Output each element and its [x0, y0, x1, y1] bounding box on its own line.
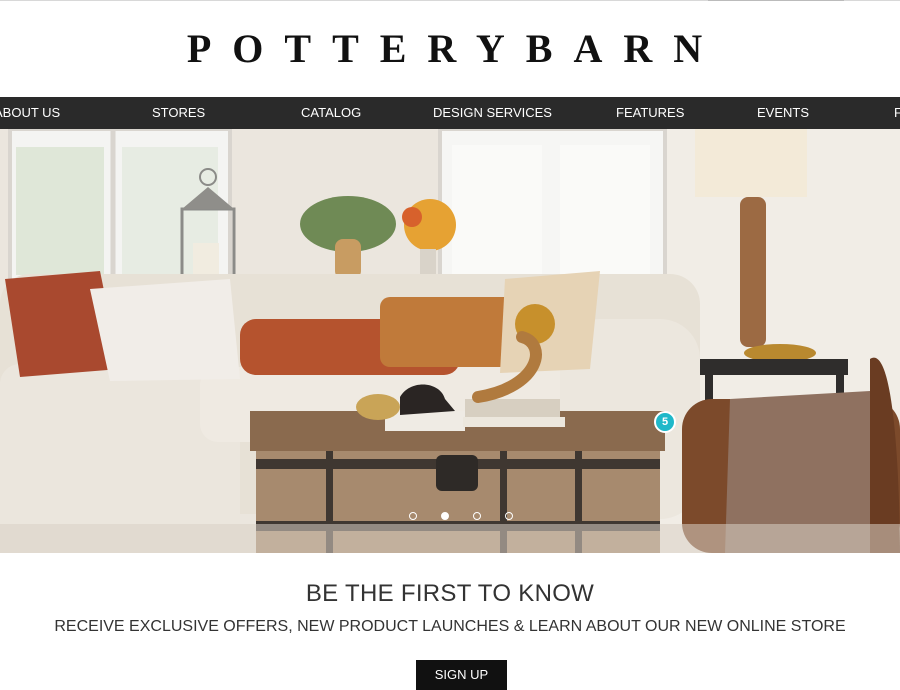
nav-item-catalog[interactable]: CATALOG: [301, 97, 361, 129]
site-header: POTTERYBARN: [0, 1, 900, 97]
nav-item-stores[interactable]: STORES: [152, 97, 205, 129]
notification-badge[interactable]: 5: [654, 411, 676, 433]
nav-item-about-us[interactable]: ABOUT US: [0, 97, 60, 129]
living-room-image: [0, 129, 900, 553]
nav-item-truncated[interactable]: F: [894, 97, 900, 129]
signup-title: BE THE FIRST TO KNOW: [305, 580, 595, 607]
carousel-dot-1[interactable]: [409, 512, 417, 520]
hero-banner[interactable]: [0, 129, 900, 553]
carousel-dot-3[interactable]: [473, 512, 481, 520]
pottery-barn-logo[interactable]: POTTERYBARN: [0, 29, 900, 69]
nav-item-features[interactable]: FEATURES: [616, 97, 684, 129]
sign-up-button[interactable]: SIGN UP: [416, 660, 507, 690]
signup-subtitle: RECEIVE EXCLUSIVE OFFERS, NEW PRODUCT LA…: [54, 618, 846, 635]
carousel-dot-2-active[interactable]: [441, 512, 449, 520]
nav-item-events[interactable]: EVENTS: [757, 97, 809, 129]
carousel-dot-4[interactable]: [505, 512, 513, 520]
nav-item-design-services[interactable]: DESIGN SERVICES: [433, 97, 552, 129]
main-nav: ABOUT US STORES CATALOG DESIGN SERVICES …: [0, 97, 900, 129]
